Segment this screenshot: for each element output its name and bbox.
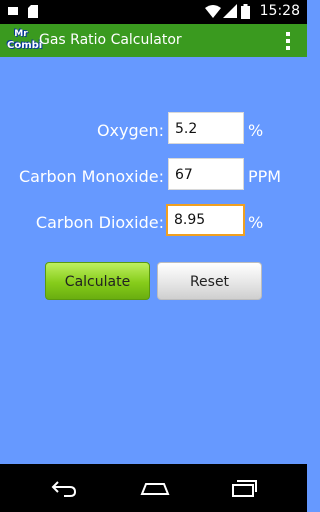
status-bar: 15:28: [0, 0, 307, 24]
carbon-dioxide-unit: %: [248, 213, 264, 232]
carbon-monoxide-unit: PPM: [248, 167, 282, 186]
oxygen-unit: %: [248, 121, 264, 140]
recents-icon[interactable]: [230, 478, 258, 498]
reset-button[interactable]: Reset: [157, 262, 262, 300]
logo-line2: Combi: [7, 40, 43, 51]
calculate-button[interactable]: Calculate: [45, 262, 150, 300]
carbon-monoxide-input[interactable]: 67: [168, 158, 244, 190]
signal-icon: [223, 4, 237, 18]
oxygen-label: Oxygen:: [96, 121, 164, 140]
action-bar: Mr Combi Gas Ratio Calculator: [0, 24, 307, 57]
logo-line1: Mr: [14, 29, 28, 39]
carbon-dioxide-input[interactable]: 8.95: [166, 204, 245, 236]
overflow-menu-icon[interactable]: [286, 32, 291, 50]
app-logo: Mr Combi: [7, 27, 43, 53]
notification-icon: [8, 7, 18, 15]
back-icon[interactable]: [50, 478, 78, 498]
clock: 15:28: [259, 3, 300, 19]
app-title: Gas Ratio Calculator: [39, 32, 182, 48]
navigation-bar: [0, 464, 307, 512]
carbon-dioxide-label: Carbon Dioxide:: [35, 213, 164, 232]
oxygen-input[interactable]: 5.2: [168, 112, 244, 144]
carbon-monoxide-label: Carbon Monoxide:: [18, 167, 164, 186]
battery-icon: [241, 4, 250, 19]
wifi-icon: [205, 5, 221, 18]
sd-card-icon: [28, 5, 38, 18]
home-icon[interactable]: [140, 478, 170, 498]
